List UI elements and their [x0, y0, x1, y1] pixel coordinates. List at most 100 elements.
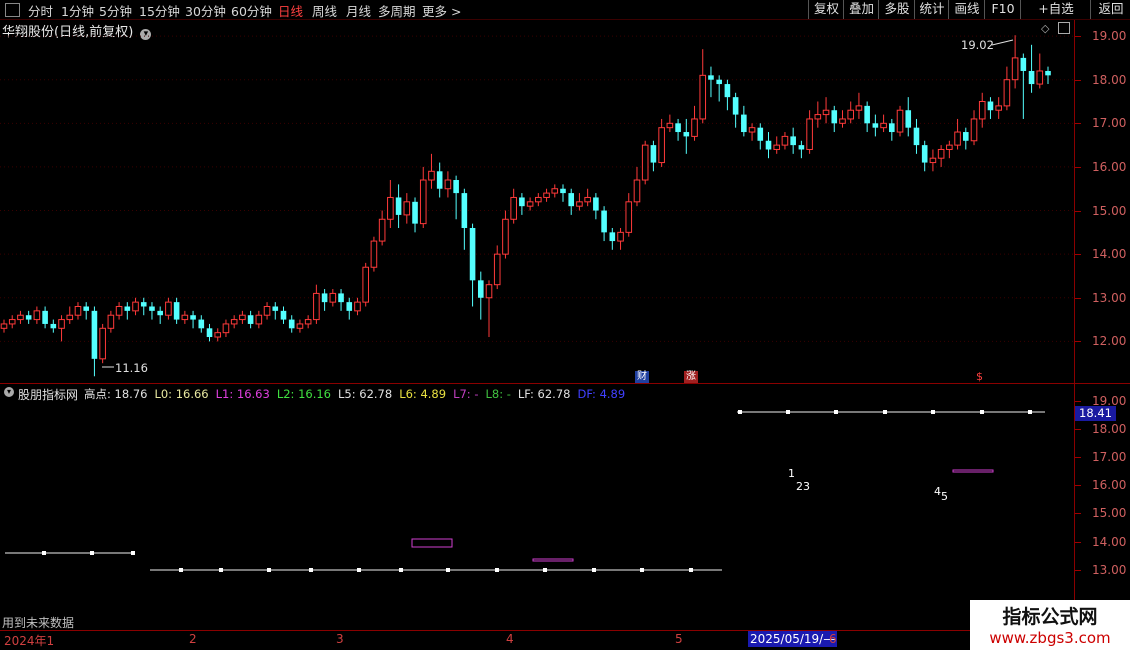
level-dot	[543, 568, 547, 572]
candle	[165, 297, 172, 320]
period-tab[interactable]: 1分钟	[61, 1, 94, 20]
toolbar-button[interactable]: 画线	[948, 0, 985, 19]
candle	[535, 193, 542, 207]
candle	[699, 49, 707, 124]
price-tick-label: 15.00	[1092, 203, 1127, 218]
marker-label: 5	[941, 490, 948, 503]
high-price-label: 19.02	[961, 38, 994, 52]
level-dot	[309, 568, 313, 572]
candle	[25, 310, 32, 324]
toolbar-button[interactable]: 多股	[878, 0, 915, 19]
candle	[247, 310, 254, 329]
candle	[543, 188, 550, 202]
candle	[50, 319, 57, 333]
period-tab[interactable]: 月线	[346, 1, 371, 20]
marker-label: 4	[934, 485, 941, 498]
toolbar-button[interactable]: +自选	[1020, 0, 1091, 19]
candle	[272, 302, 279, 320]
indicator-tick-label: 17.00	[1092, 450, 1127, 465]
candle	[83, 302, 90, 320]
candle	[781, 132, 789, 150]
indicator-tick-label: 14.00	[1092, 534, 1127, 549]
candle	[58, 315, 65, 342]
candle	[485, 280, 493, 338]
axis-separator	[1074, 20, 1075, 650]
period-tab[interactable]: 日线	[278, 1, 303, 20]
candle	[107, 310, 115, 333]
candle	[741, 105, 747, 137]
candle	[288, 315, 295, 333]
period-tab[interactable]: 30分钟	[185, 1, 226, 20]
toolbar-button[interactable]: 返回	[1090, 0, 1130, 19]
candle	[551, 184, 559, 198]
indicator-chart[interactable]	[0, 384, 1074, 630]
candle	[954, 118, 961, 150]
price-tick-label: 18.00	[1092, 72, 1127, 87]
price-tick	[1075, 210, 1081, 212]
candle	[263, 302, 271, 320]
panel-toggle-icon[interactable]	[5, 3, 20, 17]
candle	[206, 323, 213, 342]
price-tick	[1075, 254, 1081, 256]
candle	[1036, 53, 1044, 89]
candle	[91, 306, 98, 377]
finance-marker[interactable]: 财	[635, 371, 649, 383]
magenta-line	[532, 558, 574, 562]
date-label: 2	[189, 632, 197, 646]
indicator-tick	[1075, 569, 1081, 571]
candle	[864, 101, 870, 133]
period-tab[interactable]: 分时	[28, 1, 53, 20]
level-dot	[446, 568, 450, 572]
level-dot	[267, 568, 271, 572]
period-tab[interactable]: 更多 >	[422, 1, 461, 20]
candle	[790, 127, 796, 154]
candle	[157, 306, 163, 324]
candle	[978, 92, 986, 128]
low-price-label: 11.16	[115, 361, 148, 375]
candle	[99, 323, 106, 364]
price-tick-label: 12.00	[1092, 334, 1127, 349]
candle	[633, 166, 641, 207]
indicator-tick-label: 13.00	[1092, 562, 1127, 577]
candlestick-chart[interactable]	[0, 20, 1074, 382]
date-label: 3	[336, 632, 344, 646]
candle	[412, 197, 418, 233]
candle	[839, 110, 846, 128]
level-dot	[131, 551, 135, 555]
candle	[691, 105, 698, 141]
toolbar-button[interactable]: 复权	[808, 0, 844, 19]
period-tab[interactable]: 15分钟	[139, 1, 180, 20]
period-tab[interactable]: 多周期	[378, 1, 416, 20]
toolbar-button[interactable]: 统计	[914, 0, 949, 19]
candle	[115, 302, 123, 320]
period-tab[interactable]: 60分钟	[231, 1, 272, 20]
toolbar: 分时 1分钟 5分钟 15分钟 30分钟 60分钟 日线 周线 月线 多周期 更多 > 复权 叠加 多股…	[0, 0, 1130, 20]
candle	[855, 92, 863, 119]
candle	[847, 101, 855, 124]
toolbar-button[interactable]: 叠加	[843, 0, 879, 19]
level-dot	[883, 410, 887, 414]
candle	[33, 306, 41, 324]
candle	[313, 284, 320, 324]
level-dot	[90, 551, 94, 555]
period-tab[interactable]: 5分钟	[99, 1, 132, 20]
candle	[921, 140, 928, 172]
candle	[1020, 53, 1027, 119]
candle	[658, 118, 665, 167]
price-tick-label: 17.00	[1092, 116, 1127, 131]
candle	[831, 105, 838, 133]
limit-up-marker[interactable]: 涨	[684, 371, 698, 383]
period-tab[interactable]: 周线	[312, 1, 337, 20]
candle	[526, 197, 534, 211]
candle	[666, 114, 674, 133]
level-dot	[1028, 410, 1032, 414]
toolbar-button[interactable]: F10	[984, 0, 1021, 19]
candle	[896, 105, 904, 137]
candle	[683, 118, 690, 154]
level-dot	[738, 410, 742, 414]
candle	[609, 227, 616, 250]
candle	[773, 136, 781, 154]
dollar-marker[interactable]: $	[976, 370, 983, 383]
watermark-url: www.zbgs3.com	[989, 629, 1111, 647]
candle	[905, 97, 912, 137]
